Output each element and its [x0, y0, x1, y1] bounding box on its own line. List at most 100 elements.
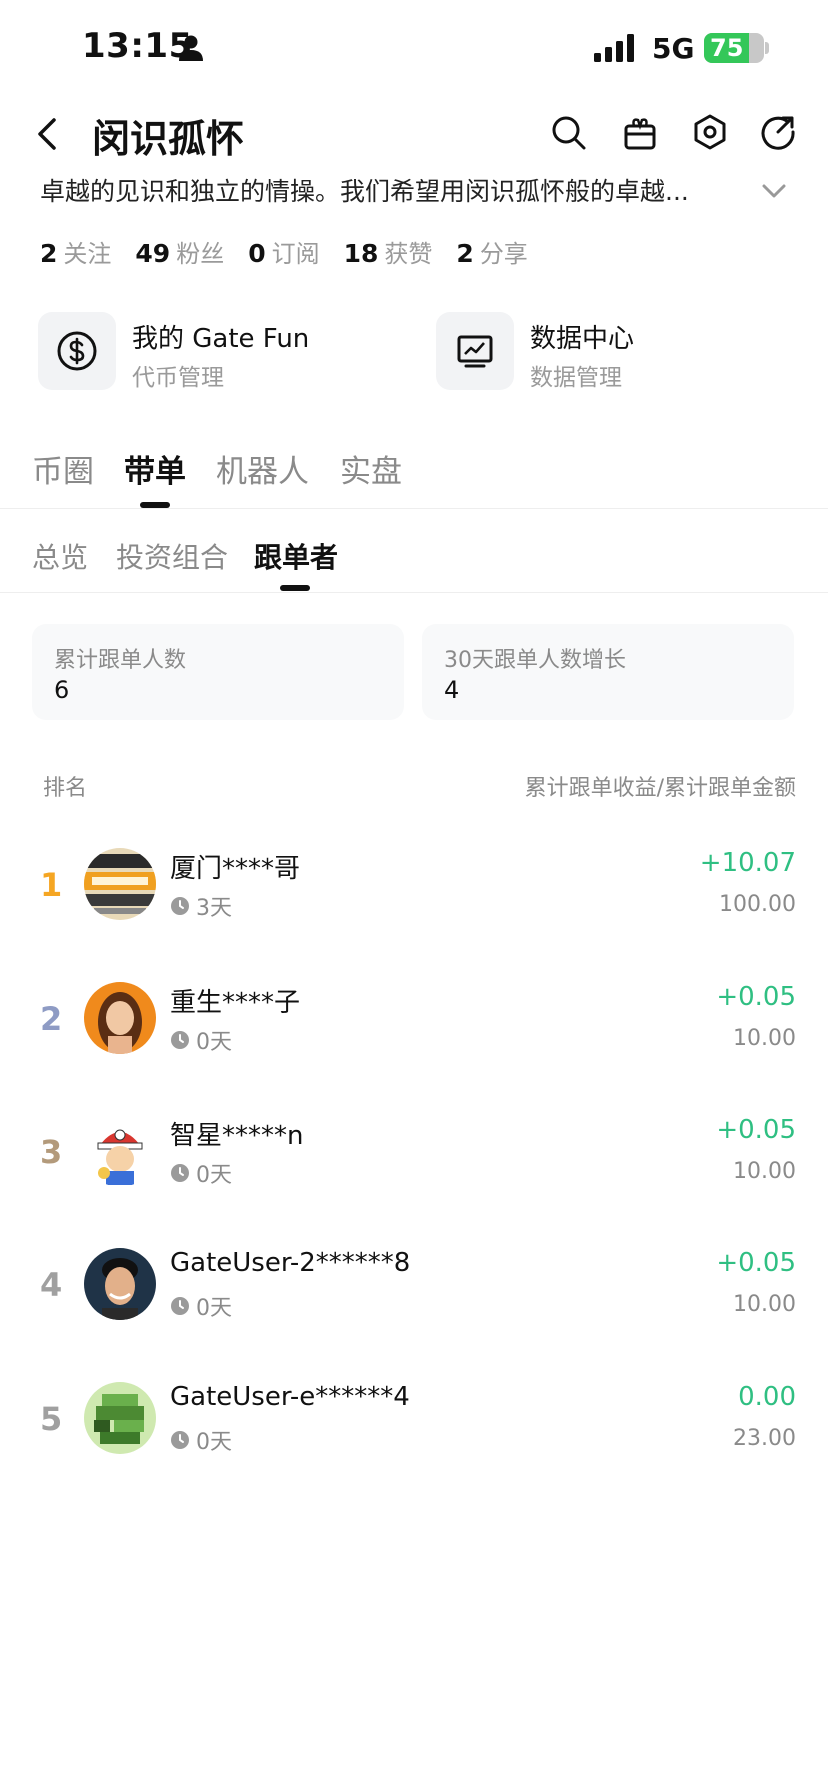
follower-profit: +10.07 — [699, 848, 796, 878]
follower-row[interactable]: 4 GateUser-2******8 0天 +0.05 10.00 — [0, 1238, 828, 1358]
rank-number: 5 — [40, 1400, 63, 1438]
signal-icon — [594, 34, 634, 62]
chevron-down-icon[interactable] — [758, 178, 790, 204]
follower-row[interactable]: 5 GateUser-e******4 0天 0.00 23.00 — [0, 1372, 828, 1492]
battery-percent: 75 — [710, 34, 744, 62]
avatar — [84, 848, 156, 920]
back-arrow-icon[interactable] — [30, 114, 66, 154]
divider — [0, 508, 828, 509]
stat-label: 获赞 — [384, 240, 433, 268]
stat-value: 2 — [456, 239, 474, 268]
divider — [0, 592, 828, 593]
metric-value: 4 — [444, 676, 460, 704]
follower-row[interactable]: 2 重生****子 0天 +0.05 10.00 — [0, 972, 828, 1092]
tab-portfolio[interactable]: 投资组合 — [116, 536, 228, 576]
follow-duration: 0天 — [170, 1024, 232, 1056]
tab-bots[interactable]: 机器人 — [216, 446, 309, 491]
avatar-image — [84, 1382, 156, 1454]
follow-duration: 0天 — [170, 1424, 232, 1456]
stat-following[interactable]: 2 关注 — [40, 234, 111, 269]
metric-value: 6 — [54, 676, 70, 704]
stat-label: 粉丝 — [176, 240, 225, 268]
follower-amount: 100.00 — [719, 892, 796, 917]
avatar — [84, 1115, 156, 1187]
profile-stats: 2 关注 49 粉丝 0 订阅 18 获赞 2 分享 — [40, 234, 528, 269]
rank-number: 2 — [40, 1000, 63, 1038]
rank-number: 1 — [40, 866, 63, 904]
tab-followers[interactable]: 跟单者 — [254, 536, 338, 576]
page-title: 闵识孤怀 — [92, 117, 245, 161]
follow-duration: 0天 — [170, 1157, 232, 1189]
avatar — [84, 1382, 156, 1454]
follower-name: 厦门****哥 — [170, 854, 301, 884]
metric-total-followers: 累计跟单人数 6 — [32, 624, 404, 720]
follower-name: 重生****子 — [170, 988, 301, 1018]
follower-name: GateUser-e******4 — [170, 1382, 410, 1412]
days-text: 0天 — [196, 1030, 232, 1055]
days-text: 0天 — [196, 1430, 232, 1455]
follower-name: GateUser-2******8 — [170, 1248, 411, 1278]
status-time: 13:15 — [82, 26, 193, 66]
stat-value: 18 — [343, 239, 379, 268]
clock-icon — [171, 1164, 189, 1182]
gate-fun-card[interactable] — [38, 312, 116, 390]
tab-overview[interactable]: 总览 — [32, 536, 88, 576]
follower-profit: +0.05 — [716, 982, 796, 1012]
avatar-image — [84, 848, 156, 920]
data-center-subtitle: 数据管理 — [530, 365, 622, 391]
follow-duration: 3天 — [170, 890, 232, 922]
person-icon — [179, 35, 203, 61]
clock-icon — [171, 1431, 189, 1449]
days-text: 0天 — [196, 1296, 232, 1321]
follower-amount: 23.00 — [733, 1426, 796, 1451]
follower-amount: 10.00 — [733, 1292, 796, 1317]
follower-name: 智星*****n — [170, 1121, 304, 1151]
stat-value: 2 — [40, 239, 58, 268]
data-center-title[interactable]: 数据中心 — [530, 318, 634, 355]
metric-label: 累计跟单人数 — [54, 648, 187, 673]
chart-monitor-icon — [457, 335, 493, 368]
clock-icon — [171, 1031, 189, 1049]
avatar — [84, 982, 156, 1054]
tab-live-trading[interactable]: 实盘 — [340, 446, 402, 491]
share-icon[interactable] — [758, 112, 798, 152]
sub-tab-indicator — [280, 585, 310, 591]
profile-description: 卓越的见识和独立的情操。我们希望用闵识孤怀般的卓越... — [40, 177, 689, 206]
stat-likes[interactable]: 18 获赞 — [344, 234, 433, 269]
rank-number: 3 — [40, 1133, 63, 1171]
follower-profit: +0.05 — [716, 1115, 796, 1145]
settings-icon[interactable] — [690, 112, 730, 152]
stat-value: 49 — [135, 239, 171, 268]
rank-number: 4 — [40, 1266, 63, 1304]
stat-shares[interactable]: 2 分享 — [456, 234, 527, 269]
avatar-image — [84, 1248, 156, 1320]
metric-label: 30天跟单人数增长 — [444, 648, 626, 673]
days-text: 0天 — [196, 1163, 232, 1188]
profit-column-header: 累计跟单收益/累计跟单金额 — [524, 776, 796, 801]
search-icon[interactable] — [548, 112, 588, 152]
network-type: 5G — [652, 32, 695, 65]
days-text: 3天 — [196, 896, 232, 921]
follower-row[interactable]: 1 厦门****哥 3天 +10.07 100.00 — [0, 838, 828, 958]
tab-lead-trading[interactable]: 带单 — [124, 446, 186, 491]
stat-label: 关注 — [63, 240, 112, 268]
gift-icon[interactable] — [620, 112, 660, 152]
tab-coin-circle[interactable]: 币圈 — [32, 446, 94, 491]
avatar — [84, 1248, 156, 1320]
stat-label: 订阅 — [271, 240, 320, 268]
follower-profit: 0.00 — [738, 1382, 796, 1412]
follower-amount: 10.00 — [733, 1026, 796, 1051]
gate-fun-title[interactable]: 我的 Gate Fun — [132, 318, 309, 355]
battery-tip — [765, 42, 769, 54]
stat-subscriptions[interactable]: 0 订阅 — [248, 234, 319, 269]
battery-icon: 75 — [704, 33, 764, 63]
follower-row[interactable]: 3 智星*****n 0天 +0.05 10.00 — [0, 1105, 828, 1225]
avatar-image — [84, 1115, 156, 1187]
follower-profit: +0.05 — [716, 1248, 796, 1278]
data-center-card[interactable] — [436, 312, 514, 390]
stat-value: 0 — [248, 239, 266, 268]
clock-icon — [171, 897, 189, 915]
metric-30d-growth: 30天跟单人数增长 4 — [422, 624, 794, 720]
stat-followers[interactable]: 49 粉丝 — [135, 234, 224, 269]
follow-duration: 0天 — [170, 1290, 232, 1322]
